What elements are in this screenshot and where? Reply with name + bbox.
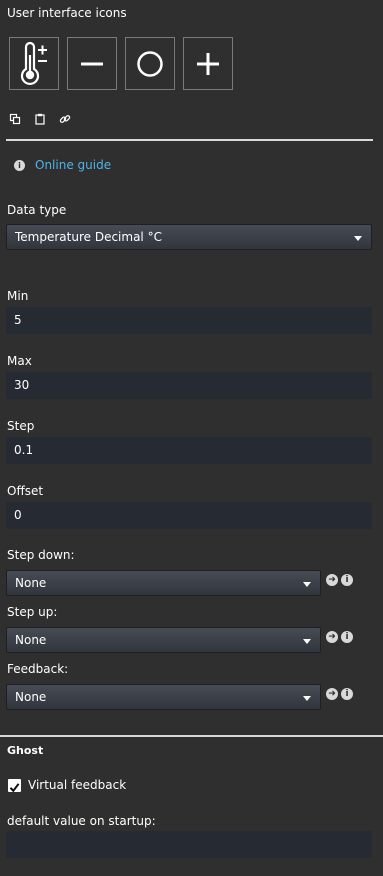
step-up-label: Step up: [7, 605, 58, 619]
feedback-select[interactable]: None [6, 684, 321, 710]
data-type-label: Data type [7, 203, 67, 217]
plus-button[interactable] [183, 37, 233, 90]
arrow-right-icon[interactable]: ➜ [326, 631, 338, 643]
data-type-select[interactable]: Temperature Decimal °C [6, 224, 372, 250]
thermometer-plus-minus-button[interactable] [9, 37, 59, 90]
min-label: Min [7, 289, 29, 303]
paste-icon[interactable] [34, 113, 46, 125]
circle-button[interactable] [125, 37, 175, 90]
default-value-input[interactable] [6, 831, 372, 858]
chevron-down-icon [303, 582, 311, 587]
step-down-value: None [15, 576, 47, 590]
online-guide-link[interactable]: Online guide [35, 158, 111, 172]
offset-label: Offset [7, 484, 44, 498]
minus-button[interactable] [67, 37, 117, 90]
max-input[interactable]: 30 [6, 372, 372, 399]
circle-icon [137, 50, 163, 77]
arrow-right-icon[interactable]: ➜ [326, 688, 338, 700]
feedback-value: None [15, 690, 47, 704]
default-value-label: default value on startup: [7, 814, 156, 828]
ghost-title: Ghost [7, 744, 44, 757]
step-up-select[interactable]: None [6, 627, 321, 653]
copy-icon[interactable] [9, 113, 21, 125]
step-down-label: Step down: [7, 548, 75, 562]
step-down-select[interactable]: None [6, 570, 321, 596]
info-icon[interactable]: i [341, 574, 353, 586]
minus-icon [81, 62, 103, 65]
step-input[interactable]: 0.1 [6, 437, 372, 464]
step-label: Step [7, 419, 35, 433]
divider [6, 139, 373, 141]
chevron-down-icon [354, 236, 362, 241]
chevron-down-icon [303, 639, 311, 644]
feedback-label: Feedback: [7, 662, 69, 676]
min-input[interactable]: 5 [6, 307, 372, 334]
data-type-value: Temperature Decimal °C [15, 230, 162, 244]
section-title: User interface icons [7, 6, 127, 20]
plus-icon [197, 52, 219, 75]
arrow-right-icon[interactable]: ➜ [326, 574, 338, 586]
thermometer-plus-minus-icon [20, 41, 47, 85]
virtual-feedback-label: Virtual feedback [28, 778, 127, 792]
info-icon[interactable]: i [341, 688, 353, 700]
divider [0, 735, 383, 737]
checkmark-icon [9, 783, 20, 793]
step-up-value: None [15, 633, 47, 647]
info-icon: i [14, 160, 25, 171]
link-icon[interactable] [59, 113, 71, 125]
offset-input[interactable]: 0 [6, 502, 372, 529]
max-label: Max [7, 354, 32, 368]
chevron-down-icon [303, 696, 311, 701]
info-icon[interactable]: i [341, 631, 353, 643]
virtual-feedback-checkbox[interactable] [8, 779, 21, 793]
